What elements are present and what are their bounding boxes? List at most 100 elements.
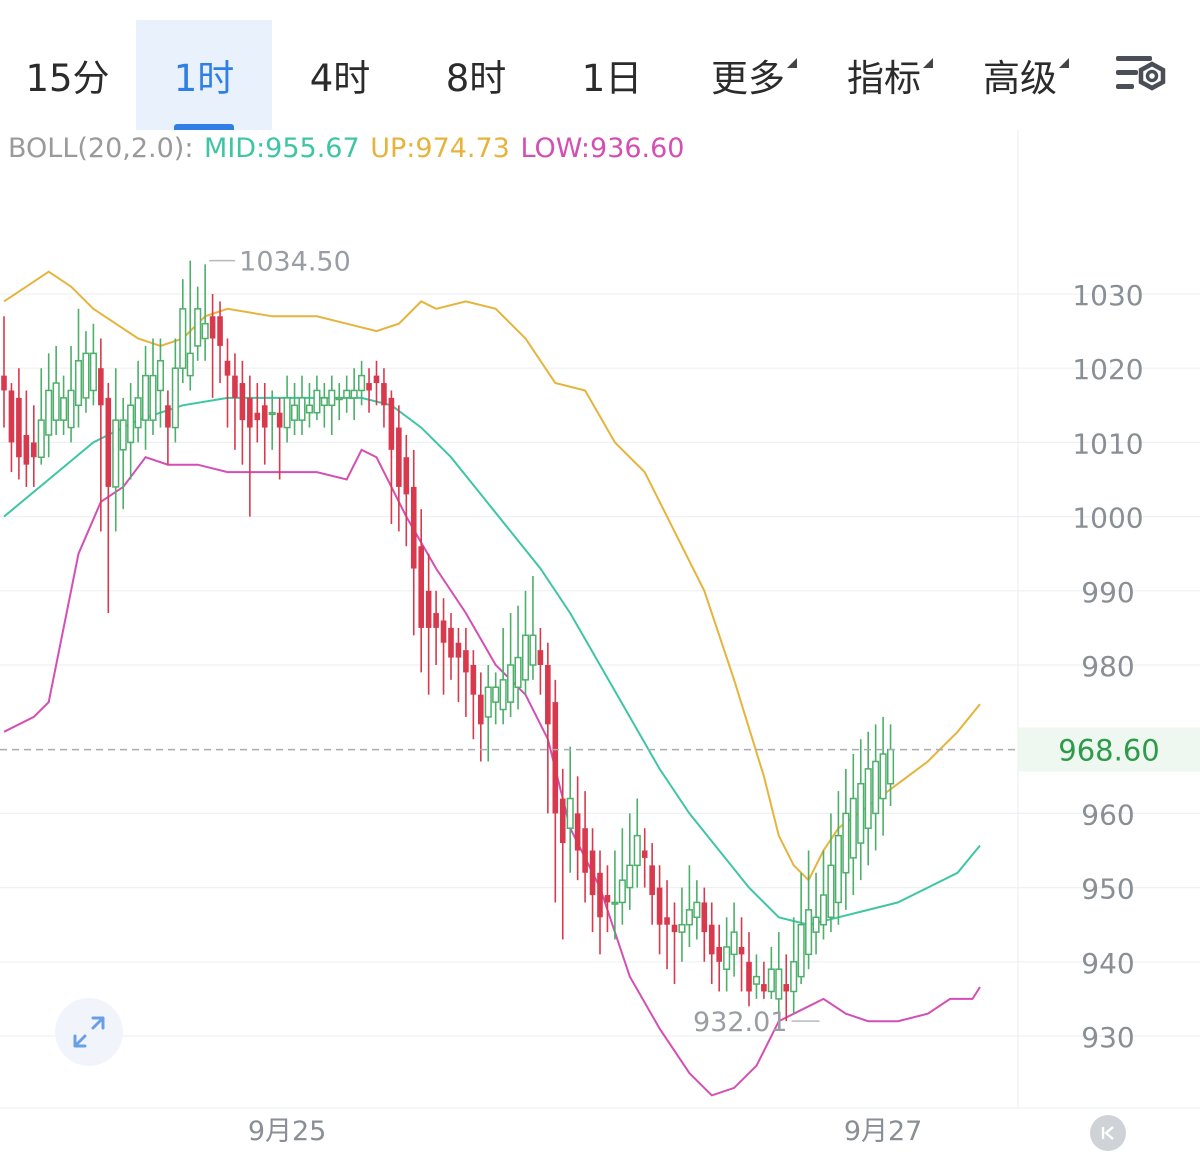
- candle-body-up: [529, 634, 537, 666]
- candle-body-up: [626, 864, 634, 889]
- candle-body-down: [373, 375, 380, 384]
- candle-body-up: [805, 909, 813, 956]
- candle-body-down: [433, 613, 439, 628]
- tab-label: 1时: [173, 57, 235, 100]
- candle-body-down: [574, 813, 581, 851]
- candle-body-down: [716, 946, 722, 962]
- candlestick-chart[interactable]: 1030 1020 1010 1000 990 980 960 950 940 930 9月25 9月…: [0, 130, 1200, 1153]
- dropdown-caret-icon: [1059, 58, 1069, 68]
- candle-body-up: [179, 308, 187, 369]
- tab-4[interactable]: 8时: [408, 20, 544, 130]
- boll-lower-line: [3, 448, 981, 1097]
- candle-body-down: [217, 316, 223, 346]
- candle-body-up: [142, 374, 150, 421]
- candle-body-up: [313, 389, 321, 414]
- candle-body-up: [618, 879, 626, 904]
- low-marker-label: 932.01: [693, 1007, 787, 1038]
- candle-body-up: [268, 411, 276, 416]
- candle-body-down: [254, 412, 261, 421]
- candle-body-up: [812, 916, 820, 933]
- y-tick-label: 1030: [1072, 279, 1143, 312]
- candle-body-down: [604, 895, 611, 903]
- tab-label: 高级: [983, 48, 1069, 102]
- candle-body-down: [440, 620, 447, 643]
- candle-body-down: [448, 627, 454, 658]
- candle-body-down: [589, 850, 596, 896]
- candle-body-up: [678, 923, 686, 933]
- candle-body-up: [60, 397, 68, 421]
- candle-body-up: [291, 404, 299, 421]
- candle-body-down: [537, 650, 544, 665]
- candle-body-up: [298, 397, 306, 421]
- tab-2[interactable]: 1时: [136, 20, 272, 130]
- candle-body-up: [156, 360, 164, 392]
- candle-body-down: [8, 390, 15, 443]
- candle-body-up: [723, 946, 731, 970]
- y-tick-label: 960: [1081, 798, 1134, 831]
- candle-body-up: [685, 909, 693, 926]
- scroll-to-latest-button[interactable]: [1090, 1115, 1126, 1151]
- y-tick-label: 1010: [1072, 427, 1143, 460]
- candle-body-up: [775, 968, 783, 1000]
- tab-6[interactable]: 更多: [680, 20, 816, 130]
- tab-label: 1日: [581, 57, 643, 100]
- candle-body-down: [701, 902, 708, 933]
- candle-body-down: [641, 850, 648, 858]
- timeframe-tab-bar: 15分 1时 4时 8时 1日 更多 指标 高级: [0, 0, 1200, 130]
- candle-body-up: [305, 404, 313, 414]
- tab-label: 8时: [445, 57, 507, 100]
- candle-body-up: [514, 656, 522, 689]
- candle-body-up: [149, 374, 157, 421]
- expand-arrows-icon: [73, 1016, 105, 1048]
- candle-body-down: [738, 946, 745, 955]
- candle-body-up: [350, 389, 358, 399]
- fullscreen-button[interactable]: [55, 998, 123, 1066]
- candle-body-up: [633, 834, 641, 867]
- tab-1[interactable]: 15分: [0, 20, 135, 130]
- y-tick-label: 930: [1081, 1021, 1134, 1054]
- candle-body-down: [381, 383, 387, 406]
- dropdown-caret-icon: [787, 58, 797, 68]
- candle-body-up: [127, 404, 135, 444]
- candle-body-up: [45, 389, 53, 436]
- candle-body-up: [328, 389, 336, 407]
- candle-body-up: [499, 679, 507, 711]
- candle-body-up: [134, 397, 142, 429]
- candle-body-up: [320, 397, 328, 407]
- candle-body-up: [112, 419, 120, 488]
- candle-body-up: [872, 760, 880, 815]
- candle-body-up: [864, 768, 872, 829]
- tab-3[interactable]: 4时: [272, 20, 408, 130]
- candle-body-up: [521, 634, 530, 681]
- candle-body-up: [857, 782, 865, 844]
- candle-body-up: [566, 797, 574, 829]
- chart-settings-button[interactable]: [1112, 48, 1172, 104]
- boll-mid-line: [3, 396, 981, 926]
- candle-body-down: [396, 427, 402, 487]
- tab-label: 15分: [25, 57, 110, 100]
- candle-body-up: [767, 968, 775, 993]
- candle-body-down: [232, 375, 238, 398]
- candle-body-down: [403, 457, 410, 495]
- candle-body-down: [16, 397, 22, 458]
- candle-body-down: [247, 397, 253, 428]
- candle-body-up: [730, 931, 738, 956]
- candle-body-up: [67, 389, 75, 429]
- candle-body-down: [582, 828, 588, 873]
- candle-body-down: [410, 486, 417, 569]
- candle-body-down: [708, 924, 715, 955]
- tab-5[interactable]: 1日: [544, 20, 680, 130]
- candle-body-down: [761, 984, 767, 992]
- candle-body-down: [664, 917, 670, 925]
- candle-body-up: [119, 419, 127, 451]
- candle-body-down: [105, 397, 112, 487]
- tab-8[interactable]: 高级: [952, 20, 1088, 130]
- candle-body-down: [455, 642, 462, 658]
- candle-body-down: [425, 590, 432, 628]
- candle-body-up: [358, 374, 366, 392]
- y-tick-label: 990: [1081, 576, 1134, 609]
- candle-body-down: [165, 405, 171, 428]
- candle-body-down: [261, 405, 268, 428]
- candle-body-down: [276, 412, 283, 428]
- tab-7[interactable]: 指标: [816, 20, 952, 130]
